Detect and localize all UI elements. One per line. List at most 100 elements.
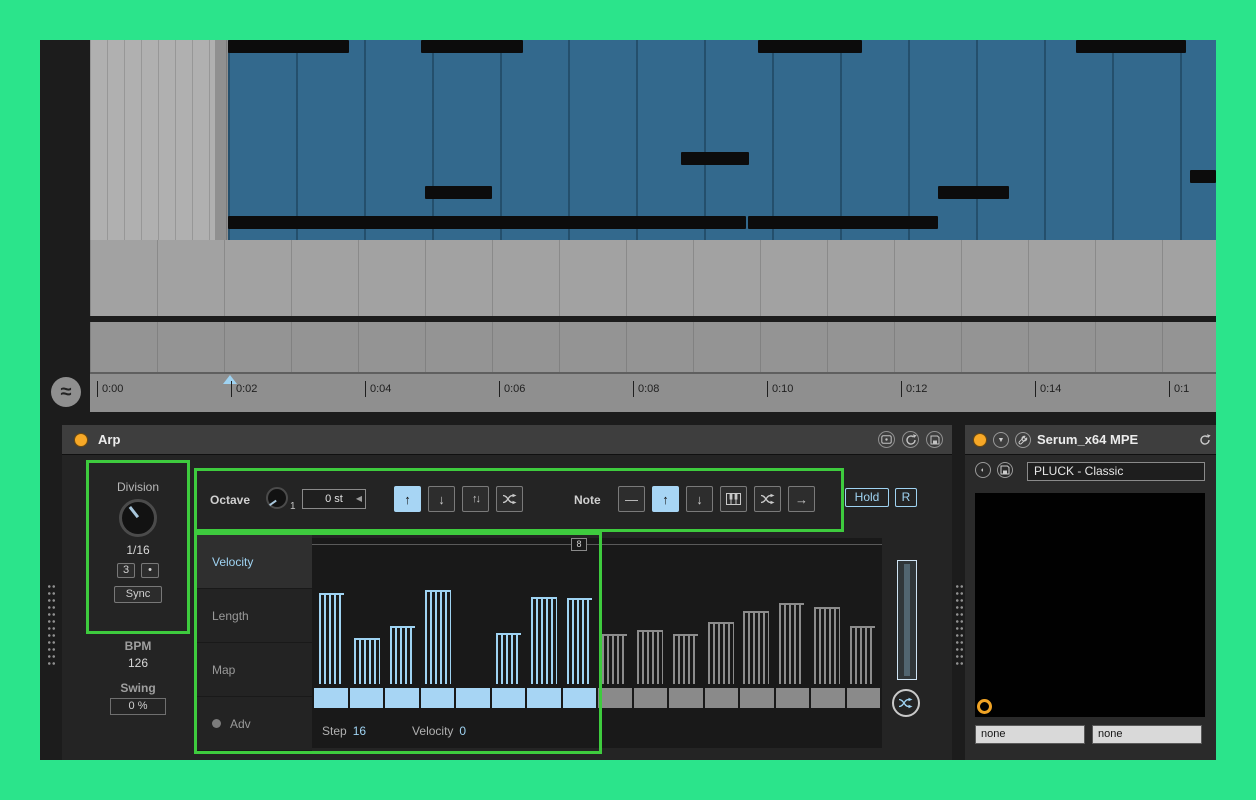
step-column[interactable] [809,552,844,684]
map-slot-2[interactable]: none [1092,725,1202,744]
velocity-range-slider[interactable] [897,560,917,680]
step-column[interactable] [420,552,455,684]
step-cell[interactable] [634,688,668,708]
step-cell[interactable] [669,688,703,708]
bpm-value[interactable]: 126 [88,656,188,670]
swing-value[interactable]: 0 % [110,698,166,715]
preset-selector[interactable]: PLUCK - Classic [1027,462,1205,481]
track-lane-1[interactable] [90,240,1216,316]
step-column[interactable] [385,552,420,684]
midi-note[interactable] [1190,170,1216,183]
step-column[interactable] [349,552,384,684]
adv-radio[interactable] [212,719,221,728]
hotswap-icon[interactable] [1199,433,1211,451]
note-play-order-button[interactable]: → [788,486,815,512]
step-column[interactable] [668,552,703,684]
device-drag-handle-right[interactable] [952,425,965,760]
step-column[interactable] [562,552,597,684]
step-column[interactable] [632,552,667,684]
tab-length[interactable]: Length [196,589,312,643]
step-column[interactable] [314,552,349,684]
loop-length-marker[interactable]: 8 [571,538,587,551]
midi-note[interactable] [748,216,939,229]
serum-device: ▼ Serum_x64 MPE ◐ PLUCK - Classic none n… [965,425,1216,760]
step-column[interactable] [456,552,491,684]
retrigger-button[interactable]: R [895,488,917,507]
octave-up-button[interactable]: ↑ [394,486,421,512]
step-column[interactable] [597,552,632,684]
step-cell[interactable] [492,688,526,708]
midi-note[interactable] [228,216,746,229]
note-up-button[interactable]: ↑ [652,486,679,512]
plugin-activator-led[interactable] [973,433,987,447]
spinner-icon[interactable]: ◀ [356,495,362,503]
note-chord-button[interactable] [720,486,747,512]
step-column[interactable] [526,552,561,684]
midi-note[interactable] [421,40,524,53]
step-cell[interactable] [598,688,632,708]
step-cell[interactable] [385,688,419,708]
midi-note[interactable] [758,40,863,53]
expand-icon[interactable]: ◐ [975,462,991,478]
squiggle-icon[interactable]: ≈ [51,377,81,407]
triplet-button[interactable]: 3 [117,563,135,578]
unfold-icon[interactable]: ▼ [993,432,1009,448]
note-random-button[interactable] [754,486,781,512]
midi-note[interactable] [1076,40,1187,53]
note-down-button[interactable]: ↓ [686,486,713,512]
device-drag-handle-left[interactable] [40,425,62,760]
device-activator-led[interactable] [74,433,88,447]
transpose-field[interactable]: 0 st ◀ [302,489,366,509]
timeline-label: 0:12 [901,381,927,397]
step-cell[interactable] [811,688,845,708]
track-lane-2[interactable] [90,322,1216,372]
hotswap-icon[interactable] [902,431,919,448]
step-cell[interactable] [847,688,881,708]
midi-note[interactable] [228,40,349,53]
octave-knob[interactable] [266,487,288,509]
division-knob[interactable] [119,499,157,537]
step-column[interactable] [774,552,809,684]
division-value[interactable]: 1/16 [88,543,188,557]
step-cell[interactable] [563,688,597,708]
hold-button[interactable]: Hold [845,488,889,507]
midi-clip[interactable] [228,40,1216,240]
midi-note[interactable] [681,152,749,165]
step-cell[interactable] [705,688,739,708]
octave-random-button[interactable] [496,486,523,512]
randomize-icon[interactable] [892,689,920,717]
timeline[interactable]: 0:000:020:040:060:080:100:120:140:1 [90,374,1216,412]
wrench-icon[interactable] [1015,432,1031,448]
sync-button[interactable]: Sync [114,586,162,603]
step-cell[interactable] [740,688,774,708]
step-cell[interactable] [776,688,810,708]
step-column[interactable] [703,552,738,684]
midi-note[interactable] [425,186,492,199]
octave-down-button[interactable]: ↓ [428,486,455,512]
plugin-display[interactable] [975,493,1205,717]
serum-title-bar[interactable]: ▼ Serum_x64 MPE [965,425,1216,455]
arp-title-bar[interactable]: Arp [62,425,952,455]
step-cell[interactable] [314,688,348,708]
save-icon[interactable] [926,431,943,448]
step-column[interactable] [491,552,526,684]
note-off-button[interactable]: — [618,486,645,512]
fold-icon[interactable] [878,431,895,448]
step-cell[interactable] [527,688,561,708]
dotted-button[interactable]: • [141,563,159,578]
tab-map[interactable]: Map [196,643,312,697]
step-cell[interactable] [421,688,455,708]
timeline-label: 0:04 [365,381,391,397]
step-cell[interactable] [456,688,490,708]
step-display[interactable]: 8 Step 16 Velocity 0 [312,538,882,748]
step-cell[interactable] [350,688,384,708]
midi-note[interactable] [938,186,1008,199]
map-slot-1[interactable]: none [975,725,1085,744]
step-column[interactable] [845,552,880,684]
tab-velocity[interactable]: Velocity [196,535,312,589]
save-icon[interactable] [997,462,1013,478]
step-column[interactable] [739,552,774,684]
tab-adv[interactable]: Adv [196,697,312,751]
mapping-indicator[interactable] [977,699,992,714]
octave-up-down-button[interactable]: ↑↓ [462,486,489,512]
